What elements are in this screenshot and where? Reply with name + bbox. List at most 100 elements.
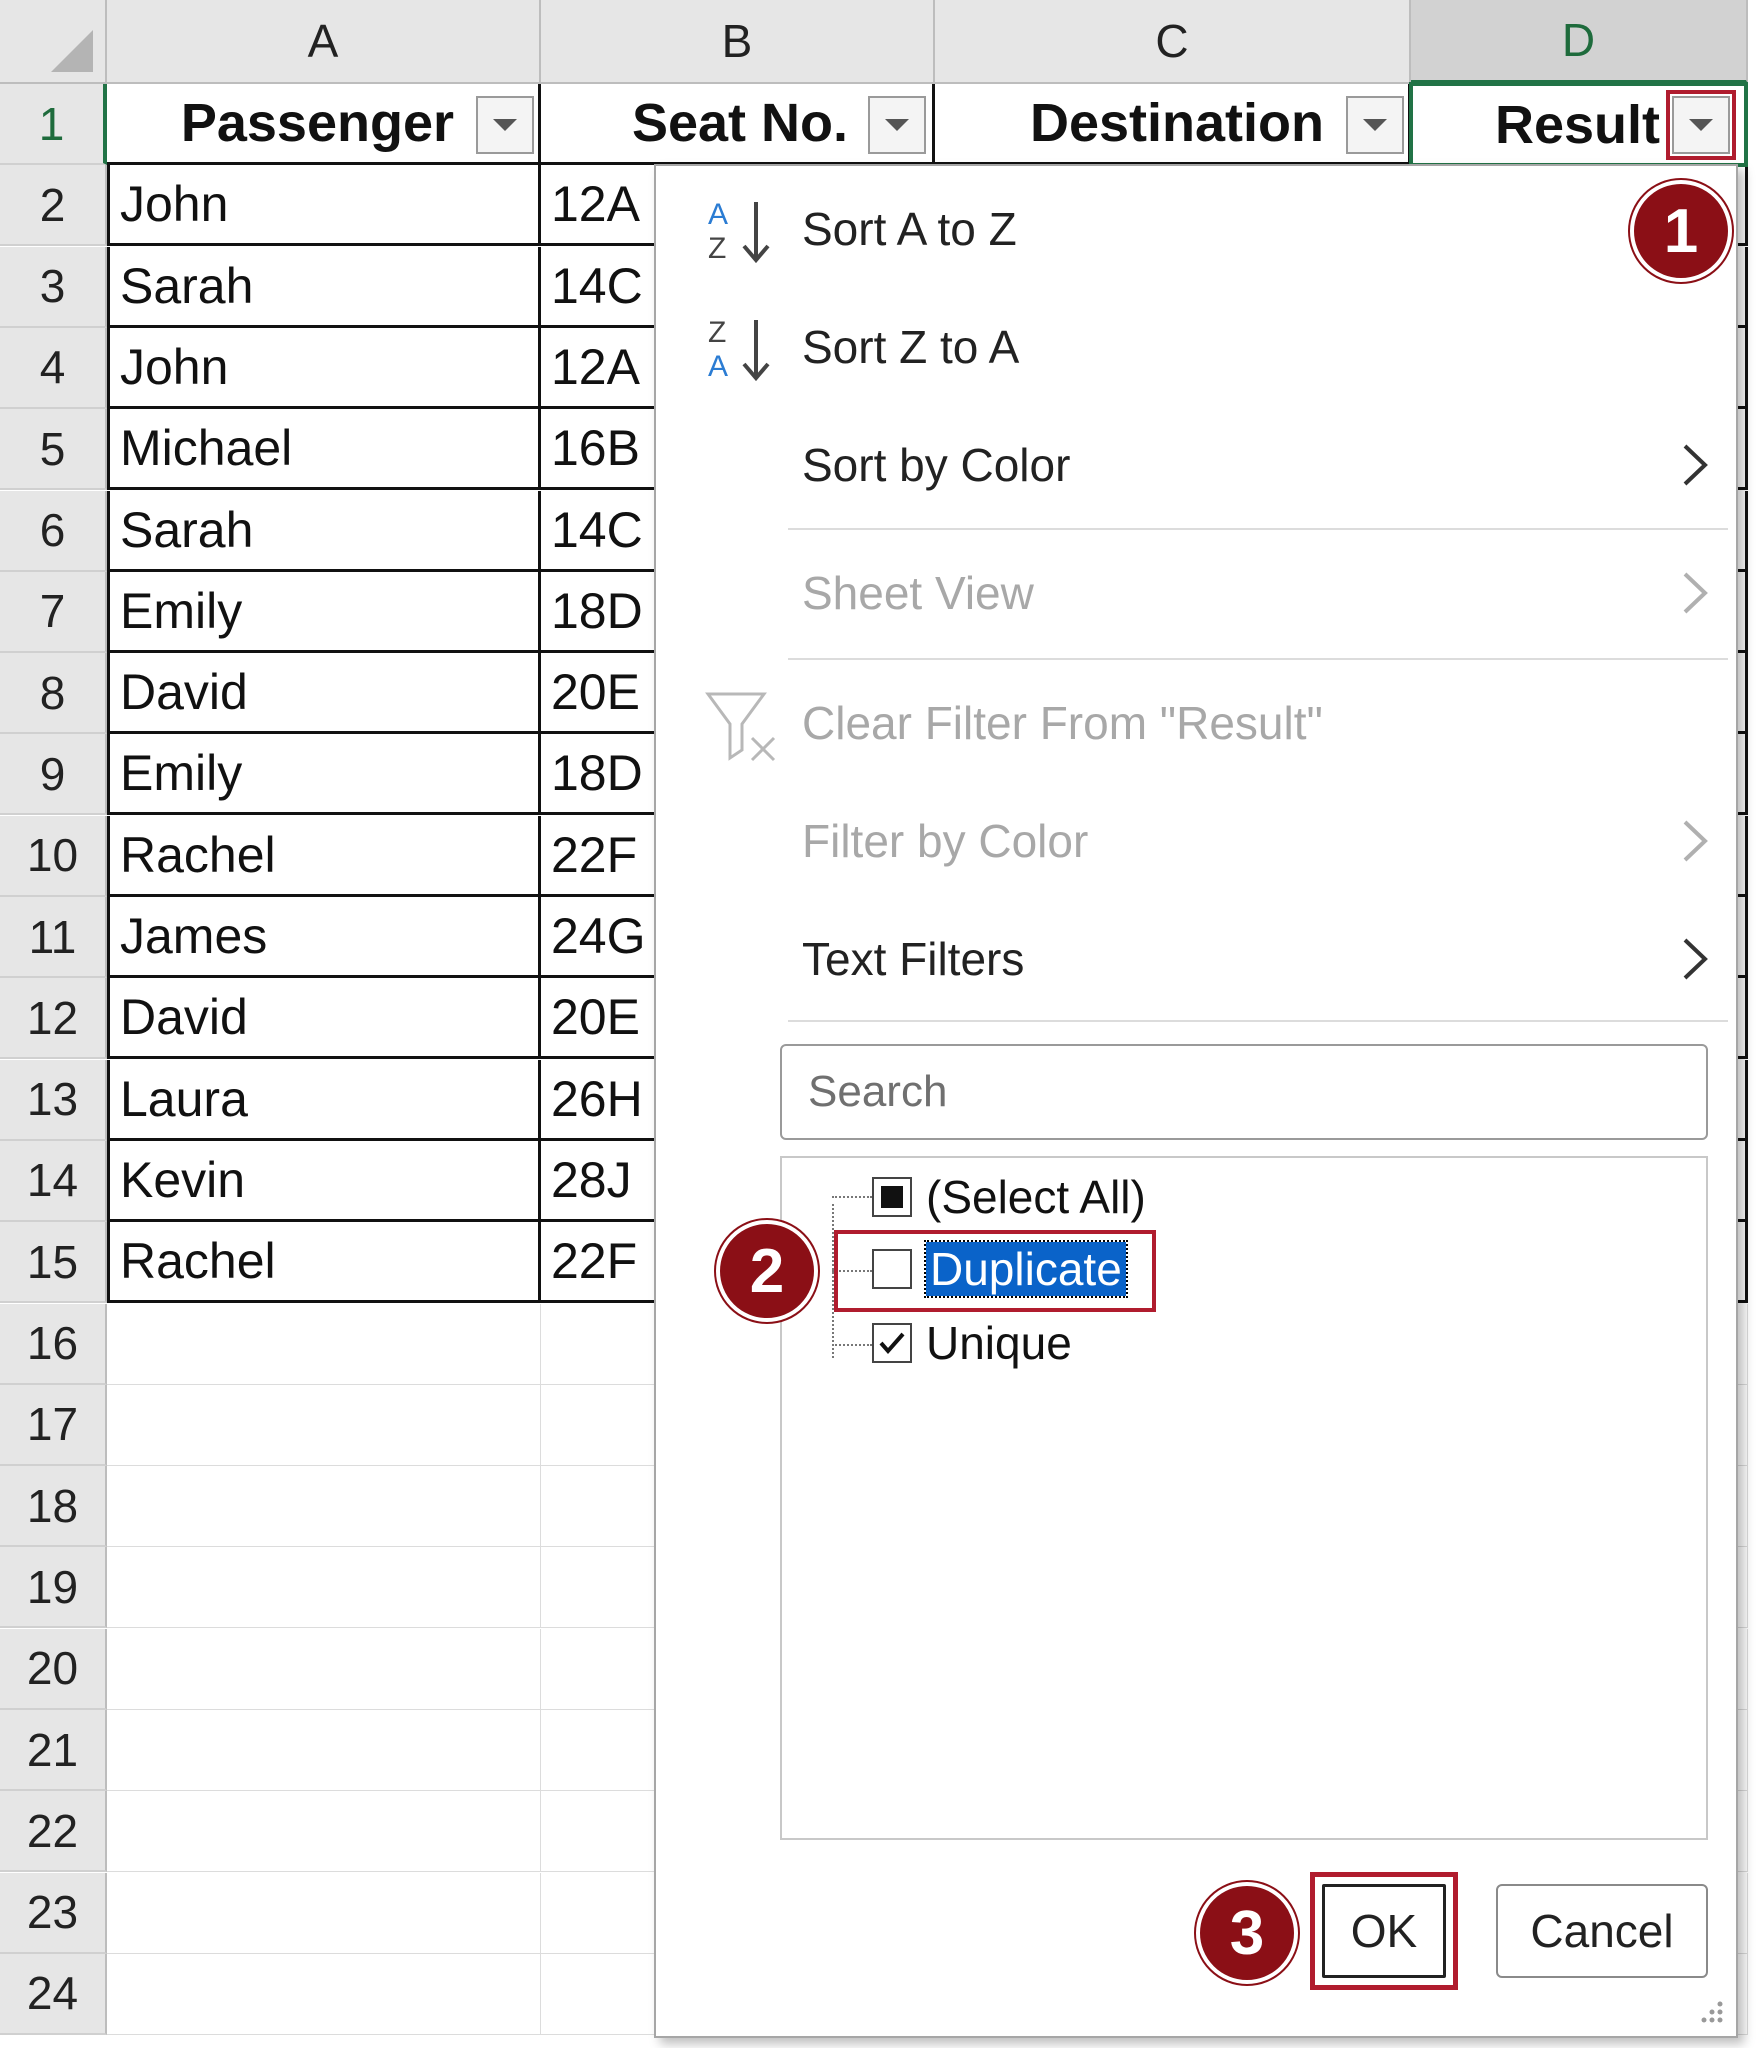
- checkbox-select-all[interactable]: [872, 1177, 912, 1217]
- cell-passenger[interactable]: Rachel: [107, 815, 541, 897]
- list-item-select-all[interactable]: (Select All): [872, 1166, 1146, 1228]
- svg-text:Z: Z: [708, 316, 726, 349]
- row-header[interactable]: 21: [0, 1710, 107, 1791]
- row-header[interactable]: 13: [0, 1059, 107, 1141]
- step-callout-1: 1: [1630, 180, 1732, 282]
- row-header[interactable]: 17: [0, 1384, 107, 1466]
- chevron-right-icon: [1683, 572, 1708, 614]
- row-header[interactable]: 16: [0, 1303, 107, 1385]
- menu-text-filters[interactable]: Text Filters: [656, 904, 1740, 1014]
- row-header[interactable]: 20: [0, 1628, 107, 1710]
- menu-label: Sheet View: [802, 567, 1034, 619]
- menu-clear-filter: Clear Filter From "Result": [656, 668, 1740, 778]
- row-header[interactable]: 10: [0, 815, 107, 897]
- row-header[interactable]: 3: [0, 246, 107, 328]
- cell-passenger[interactable]: [107, 1384, 541, 1466]
- filter-dropdown-passenger[interactable]: [476, 96, 534, 154]
- sort-ascending-icon: A Z: [708, 198, 770, 265]
- search-input[interactable]: [782, 1046, 1706, 1138]
- menu-label: Text Filters: [802, 933, 1025, 985]
- cell-passenger[interactable]: David: [107, 653, 541, 735]
- cell-passenger[interactable]: John: [107, 165, 541, 247]
- step-callout-3: 3: [1196, 1882, 1298, 1984]
- menu-sort-by-color[interactable]: Sort by Color: [656, 410, 1740, 520]
- column-header-c[interactable]: C: [935, 0, 1411, 84]
- row-header[interactable]: 9: [0, 734, 107, 816]
- dropdown-arrow-icon: [885, 119, 909, 131]
- cell-passenger[interactable]: Sarah: [107, 490, 541, 572]
- autofilter-menu: A Z Sort A to Z Z A Sort Z to A Sort by …: [654, 164, 1738, 2038]
- svg-text:A: A: [708, 350, 728, 383]
- cell-passenger[interactable]: [107, 1872, 541, 1954]
- menu-separator: [788, 528, 1728, 530]
- menu-label: Filter by Color: [802, 815, 1089, 867]
- menu-sort-z-to-a[interactable]: Z A Sort Z to A: [656, 292, 1740, 402]
- row-header[interactable]: 2: [0, 165, 107, 247]
- ok-button[interactable]: OK: [1322, 1884, 1446, 1978]
- resize-grip-icon[interactable]: [1696, 1996, 1726, 2026]
- menu-label: Sort A to Z: [802, 203, 1017, 255]
- cell-passenger[interactable]: [107, 1953, 541, 2035]
- cell-passenger[interactable]: [107, 1303, 541, 1385]
- cell-passenger[interactable]: Michael: [107, 409, 541, 491]
- cell-passenger[interactable]: [107, 1628, 541, 1710]
- filter-value-list: (Select All) Duplicate Unique: [780, 1156, 1708, 1840]
- cell-passenger[interactable]: [107, 1547, 541, 1629]
- row-header[interactable]: 22: [0, 1791, 107, 1873]
- menu-filter-by-color: Filter by Color: [656, 786, 1740, 896]
- menu-label: Sort Z to A: [802, 321, 1020, 373]
- cell-passenger[interactable]: Laura: [107, 1059, 541, 1141]
- cell-passenger[interactable]: [107, 1710, 541, 1791]
- svg-text:A: A: [708, 198, 728, 231]
- row-header[interactable]: 8: [0, 653, 107, 735]
- dropdown-arrow-icon: [1689, 119, 1713, 131]
- cell-passenger[interactable]: John: [107, 327, 541, 409]
- tree-line: [832, 1344, 872, 1346]
- row-header[interactable]: 5: [0, 409, 107, 491]
- row-header[interactable]: 11: [0, 897, 107, 978]
- menu-sort-a-to-z[interactable]: A Z Sort A to Z: [656, 174, 1740, 284]
- list-label: (Select All): [926, 1171, 1146, 1223]
- duplicate-highlight-box: [834, 1230, 1156, 1312]
- cell-passenger[interactable]: [107, 1791, 541, 1873]
- menu-separator: [788, 1020, 1728, 1022]
- header-destination[interactable]: Destination: [935, 84, 1411, 165]
- menu-label: Clear Filter From "Result": [802, 697, 1323, 749]
- column-header-d[interactable]: D: [1411, 0, 1748, 84]
- cell-passenger[interactable]: David: [107, 978, 541, 1060]
- filter-dropdown-destination[interactable]: [1346, 96, 1404, 154]
- chevron-right-icon: [1683, 820, 1708, 862]
- cell-passenger[interactable]: Kevin: [107, 1140, 541, 1222]
- row-header[interactable]: 14: [0, 1140, 107, 1222]
- checkbox-unique[interactable]: [872, 1323, 912, 1363]
- column-header-b[interactable]: B: [541, 0, 935, 84]
- cell-passenger[interactable]: James: [107, 897, 541, 978]
- row-header[interactable]: 24: [0, 1953, 107, 2035]
- clear-filter-icon: [705, 692, 776, 762]
- row-header[interactable]: 1: [0, 84, 107, 165]
- list-item-unique[interactable]: Unique: [872, 1312, 1072, 1374]
- cell-passenger[interactable]: [107, 1466, 541, 1548]
- row-header[interactable]: 12: [0, 978, 107, 1060]
- column-header-a[interactable]: A: [107, 0, 541, 84]
- chevron-right-icon: [1683, 444, 1708, 486]
- filter-dropdown-seat-no[interactable]: [868, 96, 926, 154]
- filter-dropdown-result[interactable]: [1666, 90, 1736, 160]
- select-all-corner[interactable]: [0, 0, 107, 84]
- list-label: Unique: [926, 1317, 1072, 1369]
- cell-passenger[interactable]: Emily: [107, 734, 541, 816]
- cell-passenger[interactable]: Emily: [107, 571, 541, 653]
- step-callout-2: 2: [716, 1220, 818, 1322]
- search-box: [780, 1044, 1708, 1140]
- row-header[interactable]: 4: [0, 327, 107, 409]
- row-header[interactable]: 7: [0, 571, 107, 653]
- row-header[interactable]: 19: [0, 1547, 107, 1629]
- row-header[interactable]: 15: [0, 1222, 107, 1304]
- cell-passenger[interactable]: Rachel: [107, 1222, 541, 1304]
- cell-passenger[interactable]: Sarah: [107, 246, 541, 328]
- row-header[interactable]: 6: [0, 490, 107, 572]
- cancel-button[interactable]: Cancel: [1496, 1884, 1708, 1978]
- svg-text:Z: Z: [708, 232, 726, 265]
- row-header[interactable]: 18: [0, 1466, 107, 1548]
- row-header[interactable]: 23: [0, 1872, 107, 1954]
